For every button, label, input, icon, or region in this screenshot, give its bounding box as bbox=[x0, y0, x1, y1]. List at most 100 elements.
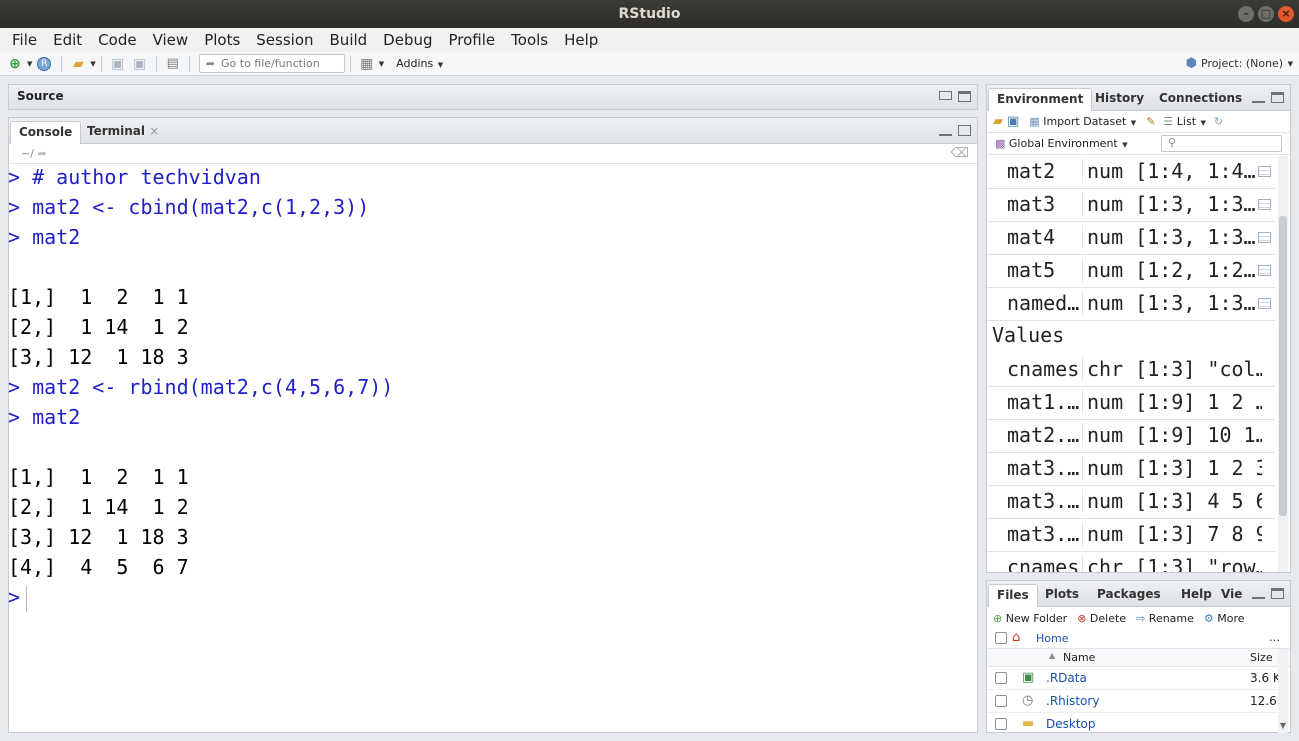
tab-files[interactable]: Files bbox=[988, 584, 1038, 607]
menu-edit[interactable]: Edit bbox=[45, 28, 90, 52]
more-path-button[interactable]: … bbox=[1269, 631, 1280, 644]
variable-name: mat3.… bbox=[1007, 489, 1080, 513]
environment-row[interactable]: mat3.… num [1:3] 1 2 3 bbox=[987, 453, 1275, 486]
variable-value: num [1:3] 4 5 6 bbox=[1082, 489, 1262, 513]
save-all-icon[interactable]: ▣ bbox=[131, 56, 149, 72]
maximize-window-button[interactable]: □ bbox=[1258, 6, 1274, 22]
menu-plots[interactable]: Plots bbox=[196, 28, 248, 52]
select-all-checkbox[interactable] bbox=[995, 632, 1007, 644]
environment-row[interactable]: cnames chr [1:3] "row… bbox=[987, 552, 1275, 572]
variable-name: mat4 bbox=[1007, 225, 1056, 249]
environment-row[interactable]: mat1.… num [1:9] 1 2 … bbox=[987, 387, 1275, 420]
new-folder-button[interactable]: ⊕ New Folder bbox=[993, 612, 1067, 625]
view-data-icon[interactable] bbox=[1258, 232, 1271, 243]
minimize-pane-icon[interactable] bbox=[1252, 92, 1265, 103]
project-menu[interactable]: ⬢ Project: (None) ▼ bbox=[1186, 56, 1293, 71]
file-name-link[interactable]: .RData bbox=[1046, 671, 1087, 685]
files-scrollbar[interactable]: ▼ bbox=[1278, 649, 1288, 733]
menu-help[interactable]: Help bbox=[556, 28, 606, 52]
list-view-button[interactable]: ☰ List ▼ bbox=[1163, 115, 1206, 128]
environment-row[interactable]: mat3.… num [1:3] 4 5 6 bbox=[987, 486, 1275, 519]
menu-tools[interactable]: Tools bbox=[503, 28, 556, 52]
tab-console[interactable]: Console bbox=[10, 121, 82, 144]
broom-icon[interactable]: ✎ bbox=[1146, 115, 1155, 128]
main-toolbar: ⊕ ▼ R ▰ ▼ ▣ ▣ ▤ ➦ Go to file/function ▦ ▼ A… bbox=[0, 52, 1299, 76]
environment-row[interactable]: mat2.… num [1:9] 10 1… bbox=[987, 420, 1275, 453]
go-to-directory-icon[interactable]: ➦ bbox=[37, 147, 46, 160]
menu-file[interactable]: File bbox=[4, 28, 45, 52]
view-data-icon[interactable] bbox=[1258, 199, 1271, 210]
maximize-pane-icon[interactable] bbox=[1271, 588, 1284, 599]
tab-history[interactable]: History bbox=[1087, 88, 1152, 111]
tab-viewer[interactable]: View bbox=[1213, 584, 1243, 607]
tab-packages[interactable]: Packages bbox=[1089, 584, 1169, 607]
tab-environment[interactable]: Environment bbox=[988, 88, 1093, 111]
tab-connections[interactable]: Connections bbox=[1151, 88, 1250, 111]
file-checkbox[interactable] bbox=[995, 718, 1007, 730]
clear-console-icon[interactable]: ⌫ bbox=[951, 144, 969, 164]
close-tab-icon[interactable]: × bbox=[149, 124, 159, 138]
file-name-link[interactable]: .Rhistory bbox=[1046, 694, 1099, 708]
view-data-icon[interactable] bbox=[1258, 298, 1271, 309]
environment-pane: Environment History Connections ▰ ▣ ▦ Im… bbox=[986, 84, 1291, 573]
maximize-pane-icon[interactable] bbox=[1271, 92, 1284, 103]
file-checkbox[interactable] bbox=[995, 695, 1007, 707]
minimize-pane-icon[interactable] bbox=[1252, 588, 1265, 599]
print-icon[interactable]: ▤ bbox=[164, 56, 182, 72]
environment-row[interactable]: mat2 num [1:4, 1:4… bbox=[987, 156, 1275, 189]
file-checkbox[interactable] bbox=[995, 672, 1007, 684]
file-row[interactable]: ▬ Desktop bbox=[987, 713, 1279, 733]
environment-row[interactable]: mat3 num [1:3, 1:3… bbox=[987, 189, 1275, 222]
name-column-header[interactable]: Name bbox=[1063, 651, 1095, 664]
menu-session[interactable]: Session bbox=[248, 28, 321, 52]
environment-row[interactable]: mat3.… num [1:3] 7 8 9 bbox=[987, 519, 1275, 552]
console-prompt[interactable]: > bbox=[8, 582, 976, 612]
home-icon[interactable]: ⌂ bbox=[1012, 630, 1020, 645]
menu-view[interactable]: View bbox=[145, 28, 197, 52]
delete-button[interactable]: ⊗ Delete bbox=[1077, 612, 1126, 625]
menu-code[interactable]: Code bbox=[90, 28, 144, 52]
addins-menu[interactable]: Addins ▼ bbox=[396, 57, 443, 70]
minimize-pane-icon[interactable] bbox=[939, 125, 952, 136]
minimize-window-button[interactable]: – bbox=[1238, 6, 1254, 22]
environment-row[interactable]: cnames chr [1:3] "col… bbox=[987, 354, 1275, 387]
file-name-link[interactable]: Desktop bbox=[1046, 717, 1096, 731]
grid-layout-icon[interactable]: ▦ bbox=[358, 56, 376, 72]
file-row[interactable]: ◷ .Rhistory 12.6 K bbox=[987, 690, 1279, 713]
save-icon[interactable]: ▣ bbox=[109, 56, 127, 72]
file-row[interactable]: ▣ .RData 3.6 K bbox=[987, 667, 1279, 690]
import-dataset-button[interactable]: ▦ Import Dataset ▼ bbox=[1029, 115, 1136, 128]
values-section-heading: Values bbox=[992, 323, 1065, 347]
sort-ascending-icon[interactable]: ▲ bbox=[1049, 651, 1055, 660]
home-link[interactable]: Home bbox=[1036, 632, 1068, 645]
view-data-icon[interactable] bbox=[1258, 166, 1271, 177]
go-to-file-input[interactable]: ➦ Go to file/function bbox=[198, 54, 345, 73]
rename-button[interactable]: ⇨ Rename bbox=[1136, 612, 1194, 625]
restore-pane-icon[interactable] bbox=[939, 91, 952, 100]
environment-row[interactable]: named… num [1:3, 1:3… bbox=[987, 288, 1275, 321]
new-project-icon[interactable]: R bbox=[34, 56, 54, 72]
menu-profile[interactable]: Profile bbox=[441, 28, 504, 52]
view-data-icon[interactable] bbox=[1258, 265, 1271, 276]
environment-toolbar: ▰ ▣ ▦ Import Dataset ▼ ✎ ☰ List ▼ ↻ bbox=[987, 111, 1290, 133]
menu-build[interactable]: Build bbox=[322, 28, 376, 52]
close-window-button[interactable]: × bbox=[1278, 6, 1294, 22]
environment-row[interactable]: mat5 num [1:2, 1:2… bbox=[987, 255, 1275, 288]
environment-row[interactable]: mat4 num [1:3, 1:3… bbox=[987, 222, 1275, 255]
refresh-icon[interactable]: ↻ bbox=[1214, 115, 1223, 128]
save-workspace-icon[interactable]: ▣ bbox=[1007, 114, 1019, 129]
environment-scrollbar[interactable] bbox=[1278, 156, 1288, 572]
more-button[interactable]: ⚙ More bbox=[1204, 612, 1245, 625]
global-environment-dropdown[interactable]: ▩ Global Environment ▼ bbox=[995, 137, 1128, 150]
load-workspace-icon[interactable]: ▰ bbox=[993, 114, 1003, 129]
maximize-pane-icon[interactable] bbox=[958, 91, 971, 102]
console-output[interactable]: > # author techvidvan > mat2 <- cbind(mat… bbox=[8, 162, 976, 612]
tab-plots[interactable]: Plots bbox=[1037, 584, 1087, 607]
menu-debug[interactable]: Debug bbox=[375, 28, 440, 52]
new-file-icon[interactable]: ⊕ bbox=[6, 56, 24, 72]
open-file-icon[interactable]: ▰ bbox=[69, 56, 87, 72]
tab-terminal[interactable]: Terminal × bbox=[79, 121, 167, 144]
size-column-header[interactable]: Size bbox=[1250, 651, 1273, 664]
environment-search-input[interactable]: ⚲ bbox=[1161, 135, 1282, 152]
maximize-pane-icon[interactable] bbox=[958, 125, 971, 136]
